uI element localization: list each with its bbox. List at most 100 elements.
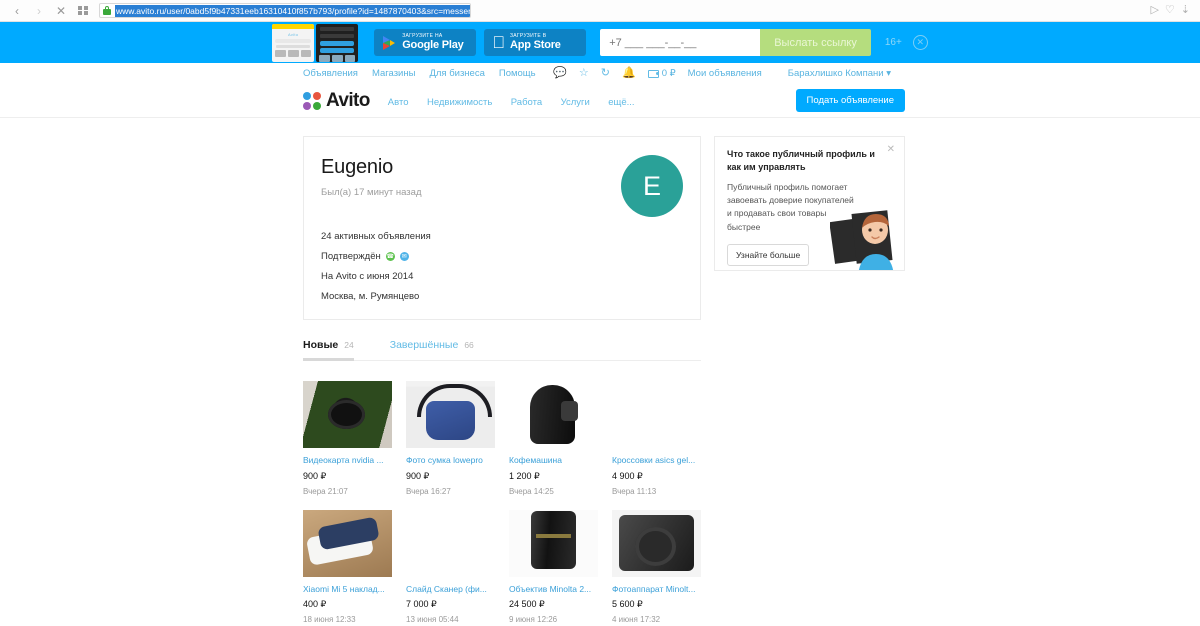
menu-item-more[interactable]: ещё... (608, 97, 634, 108)
listing-price: 900 ₽ (406, 470, 430, 481)
menu-item-services[interactable]: Услуги (561, 97, 590, 108)
listing-price: 4 900 ₽ (612, 470, 643, 481)
list-item[interactable]: Фото сумка lowepro 900 ₽ Вчера 16:27 (406, 381, 495, 496)
location-text: Москва, м. Румянцево (321, 291, 420, 302)
app-screenshot-mockups: Avito (272, 23, 359, 62)
google-play-button[interactable]: ЗАГРУЗИТЕ НА Google Play (374, 29, 477, 56)
list-item[interactable]: Кроссовки asics gel... 4 900 ₽ Вчера 11:… (612, 381, 701, 496)
listing-title[interactable]: Фото сумка lowepro (406, 455, 495, 466)
menu-item-jobs[interactable]: Работа (511, 97, 542, 108)
listing-title[interactable]: Слайд Сканер (фи... (406, 584, 495, 595)
email-verified-icon: ✉ (399, 252, 409, 261)
app-store-button[interactable]:  Загрузите в App Store (484, 29, 587, 56)
listing-thumbnail[interactable] (406, 381, 495, 448)
lock-icon (103, 6, 111, 15)
address-bar[interactable]: www.avito.ru/user/0abd5f9b47331eeb163104… (99, 3, 471, 18)
phone-input[interactable] (600, 29, 761, 56)
google-play-label: Google Play (402, 39, 464, 51)
listing-title[interactable]: Xiaomi Mi 5 наклад... (303, 584, 392, 595)
avatar: E (621, 155, 683, 217)
listing-price: 900 ₽ (303, 470, 327, 481)
avito-logo[interactable]: Avito (303, 90, 370, 112)
list-item[interactable]: Кофемашина 1 200 ₽ Вчера 14:25 (509, 381, 598, 496)
list-item[interactable]: Фотоаппарат Minolt... 5 600 ₽ 4 июня 17:… (612, 509, 701, 625)
listing-price: 400 ₽ (303, 599, 327, 610)
listing-thumbnail[interactable] (303, 509, 392, 577)
wallet-amount: 0 ₽ (661, 68, 676, 79)
member-since: На Avito с июня 2014 (321, 271, 683, 282)
active-ads-text: 24 активных объявления (321, 231, 431, 242)
google-play-icon (382, 35, 397, 51)
user-menu[interactable]: Барахлишко Компани ▾ (788, 68, 891, 79)
listing-title[interactable]: Кофемашина (509, 455, 598, 466)
site-header: Avito Авто Недвижимость Работа Услуги ещ… (0, 84, 1200, 118)
post-ad-button[interactable]: Подать объявление (795, 89, 905, 112)
list-item[interactable]: Xiaomi Mi 5 наклад... 400 ₽ 18 июня 12:3… (303, 509, 392, 624)
listing-thumbnail[interactable] (406, 510, 495, 577)
forward-arrow-icon[interactable]: › (28, 1, 50, 21)
listing-price: 5 600 ₽ (612, 599, 643, 610)
close-icon[interactable]: ✕ (50, 1, 72, 21)
nav-link-ads[interactable]: Объявления (303, 68, 358, 79)
back-arrow-icon[interactable]: ‹ (6, 1, 28, 21)
listing-thumbnail[interactable] (612, 381, 701, 448)
profile-location: Москва, м. Румянцево (321, 291, 683, 302)
listing-title[interactable]: Объектив Minolta 2... (509, 584, 598, 595)
close-icon[interactable]: ✕ (887, 145, 895, 155)
tab-completed[interactable]: Завершённые 66 (390, 339, 474, 360)
listing-title[interactable]: Фотоаппарат Minolt... (612, 584, 701, 595)
promo-title: Что такое публичный профиль и как им упр… (727, 149, 875, 173)
my-ads-link[interactable]: Мои объявления (688, 68, 762, 79)
menu-item-realty[interactable]: Недвижимость (427, 97, 492, 108)
menu-item-auto[interactable]: Авто (388, 97, 409, 108)
sidebar-column: ✕ Что такое публичный профиль и как им у… (714, 136, 905, 624)
heart-icon[interactable]: ♡ (1165, 5, 1175, 16)
main-column: Eugenio Был(а) 17 минут назад 24 активны… (303, 136, 701, 624)
page-content: Eugenio Был(а) 17 минут назад 24 активны… (295, 118, 905, 624)
listing-date: Вчера 11:13 (612, 486, 657, 496)
tab-new[interactable]: Новые 24 (303, 339, 354, 361)
listing-date: Вчера 16:27 (406, 486, 451, 496)
list-item[interactable]: Видеокарта nvidia ... 900 ₽ Вчера 21:07 (303, 381, 392, 496)
listing-title[interactable]: Видеокарта nvidia ... (303, 455, 392, 466)
listing-thumbnail[interactable] (303, 381, 392, 448)
notifications-bell-icon[interactable]: 🔔 (622, 68, 636, 79)
listings-tabs: Новые 24 Завершённые 66 (303, 339, 701, 361)
download-icon[interactable]: ⇣ (1181, 5, 1190, 16)
phone-mockup-light: Avito (272, 23, 315, 62)
listing-date: 13 июня 05:44 (406, 615, 459, 625)
listing-thumbnail[interactable] (509, 509, 598, 577)
listing-price: 7 000 ₽ (406, 599, 437, 610)
list-item[interactable]: Объектив Minolta 2... 24 500 ₽ 9 июня 12… (509, 509, 598, 625)
tab-new-label: Новые (303, 339, 339, 351)
listing-price: 1 200 ₽ (509, 470, 540, 481)
listing-thumbnail[interactable] (612, 509, 701, 577)
url-text: www.avito.ru/user/0abd5f9b47331eeb163104… (115, 4, 470, 17)
saved-searches-icon[interactable]: ↻ (601, 68, 610, 79)
close-icon[interactable]: ✕ (912, 35, 928, 50)
list-item[interactable]: Слайд Сканер (фи... 7 000 ₽ 13 июня 05:4… (406, 510, 495, 625)
avito-logo-dots-icon (303, 91, 321, 110)
send-link-button[interactable]: Выслать ссылку (760, 29, 871, 56)
listing-price: 24 500 ₽ (509, 599, 545, 610)
learn-more-button[interactable]: Узнайте больше (727, 243, 810, 266)
age-rating-label: 16+ (884, 37, 902, 48)
listing-thumbnail[interactable] (509, 381, 598, 448)
tab-completed-count: 66 (464, 340, 474, 350)
favorites-star-icon[interactable]: ☆ (579, 68, 589, 79)
public-profile-promo-card: ✕ Что такое публичный профиль и как им у… (714, 136, 905, 271)
nav-link-business[interactable]: Для бизнеса (429, 68, 484, 79)
wallet-icon (647, 69, 659, 78)
listing-date: 9 июня 12:26 (509, 615, 558, 625)
listing-date: 4 июня 17:32 (612, 615, 661, 625)
profile-stats: 24 активных объявления Подтверждён ☎ ✉ Н… (321, 231, 683, 302)
listing-title[interactable]: Кроссовки asics gel... (612, 455, 701, 466)
messages-icon[interactable]: 💬 (553, 68, 567, 79)
grid-tabs-icon[interactable] (72, 1, 94, 21)
nav-link-help[interactable]: Помощь (499, 68, 536, 79)
wallet-balance[interactable]: 0 ₽ (647, 68, 676, 79)
send-icon[interactable]: ▷ (1150, 5, 1158, 16)
tab-completed-label: Завершённые (389, 339, 459, 351)
nav-link-shops[interactable]: Магазины (372, 68, 415, 79)
profile-card: Eugenio Был(а) 17 минут назад 24 активны… (303, 136, 701, 320)
